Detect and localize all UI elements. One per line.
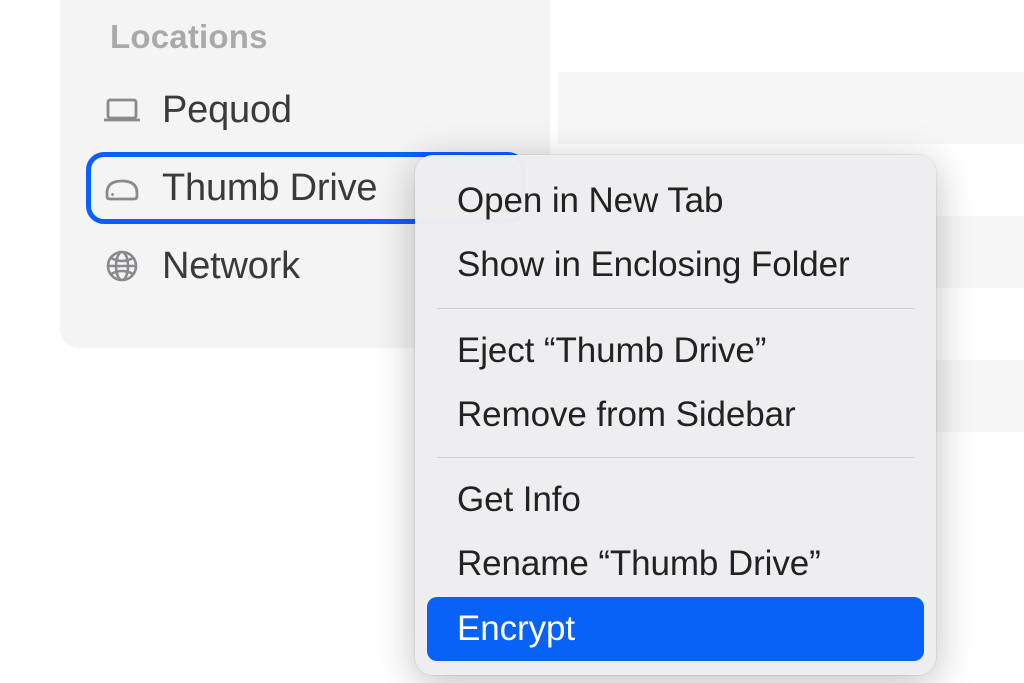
menu-item-open-new-tab[interactable]: Open in New Tab	[427, 169, 924, 233]
menu-item-eject[interactable]: Eject “Thumb Drive”	[427, 319, 924, 383]
context-menu: Open in New Tab Show in Enclosing Folder…	[415, 155, 936, 675]
list-row	[558, 0, 1024, 72]
menu-separator	[437, 457, 914, 458]
drive-icon	[100, 166, 144, 210]
menu-item-encrypt[interactable]: Encrypt	[427, 597, 924, 661]
globe-icon	[100, 244, 144, 288]
sidebar-item-label: Thumb Drive	[162, 167, 377, 210]
sidebar-item-label: Network	[162, 245, 300, 288]
sidebar-item-label: Pequod	[162, 89, 292, 132]
menu-item-remove-from-sidebar[interactable]: Remove from Sidebar	[427, 383, 924, 447]
menu-item-show-enclosing-folder[interactable]: Show in Enclosing Folder	[427, 233, 924, 297]
list-row	[558, 72, 1024, 144]
sidebar-section-header: Locations	[60, 0, 550, 74]
laptop-icon	[100, 88, 144, 132]
menu-separator	[437, 308, 914, 309]
sidebar-item-pequod[interactable]: Pequod	[86, 74, 526, 146]
menu-item-rename[interactable]: Rename “Thumb Drive”	[427, 532, 924, 596]
menu-item-get-info[interactable]: Get Info	[427, 468, 924, 532]
